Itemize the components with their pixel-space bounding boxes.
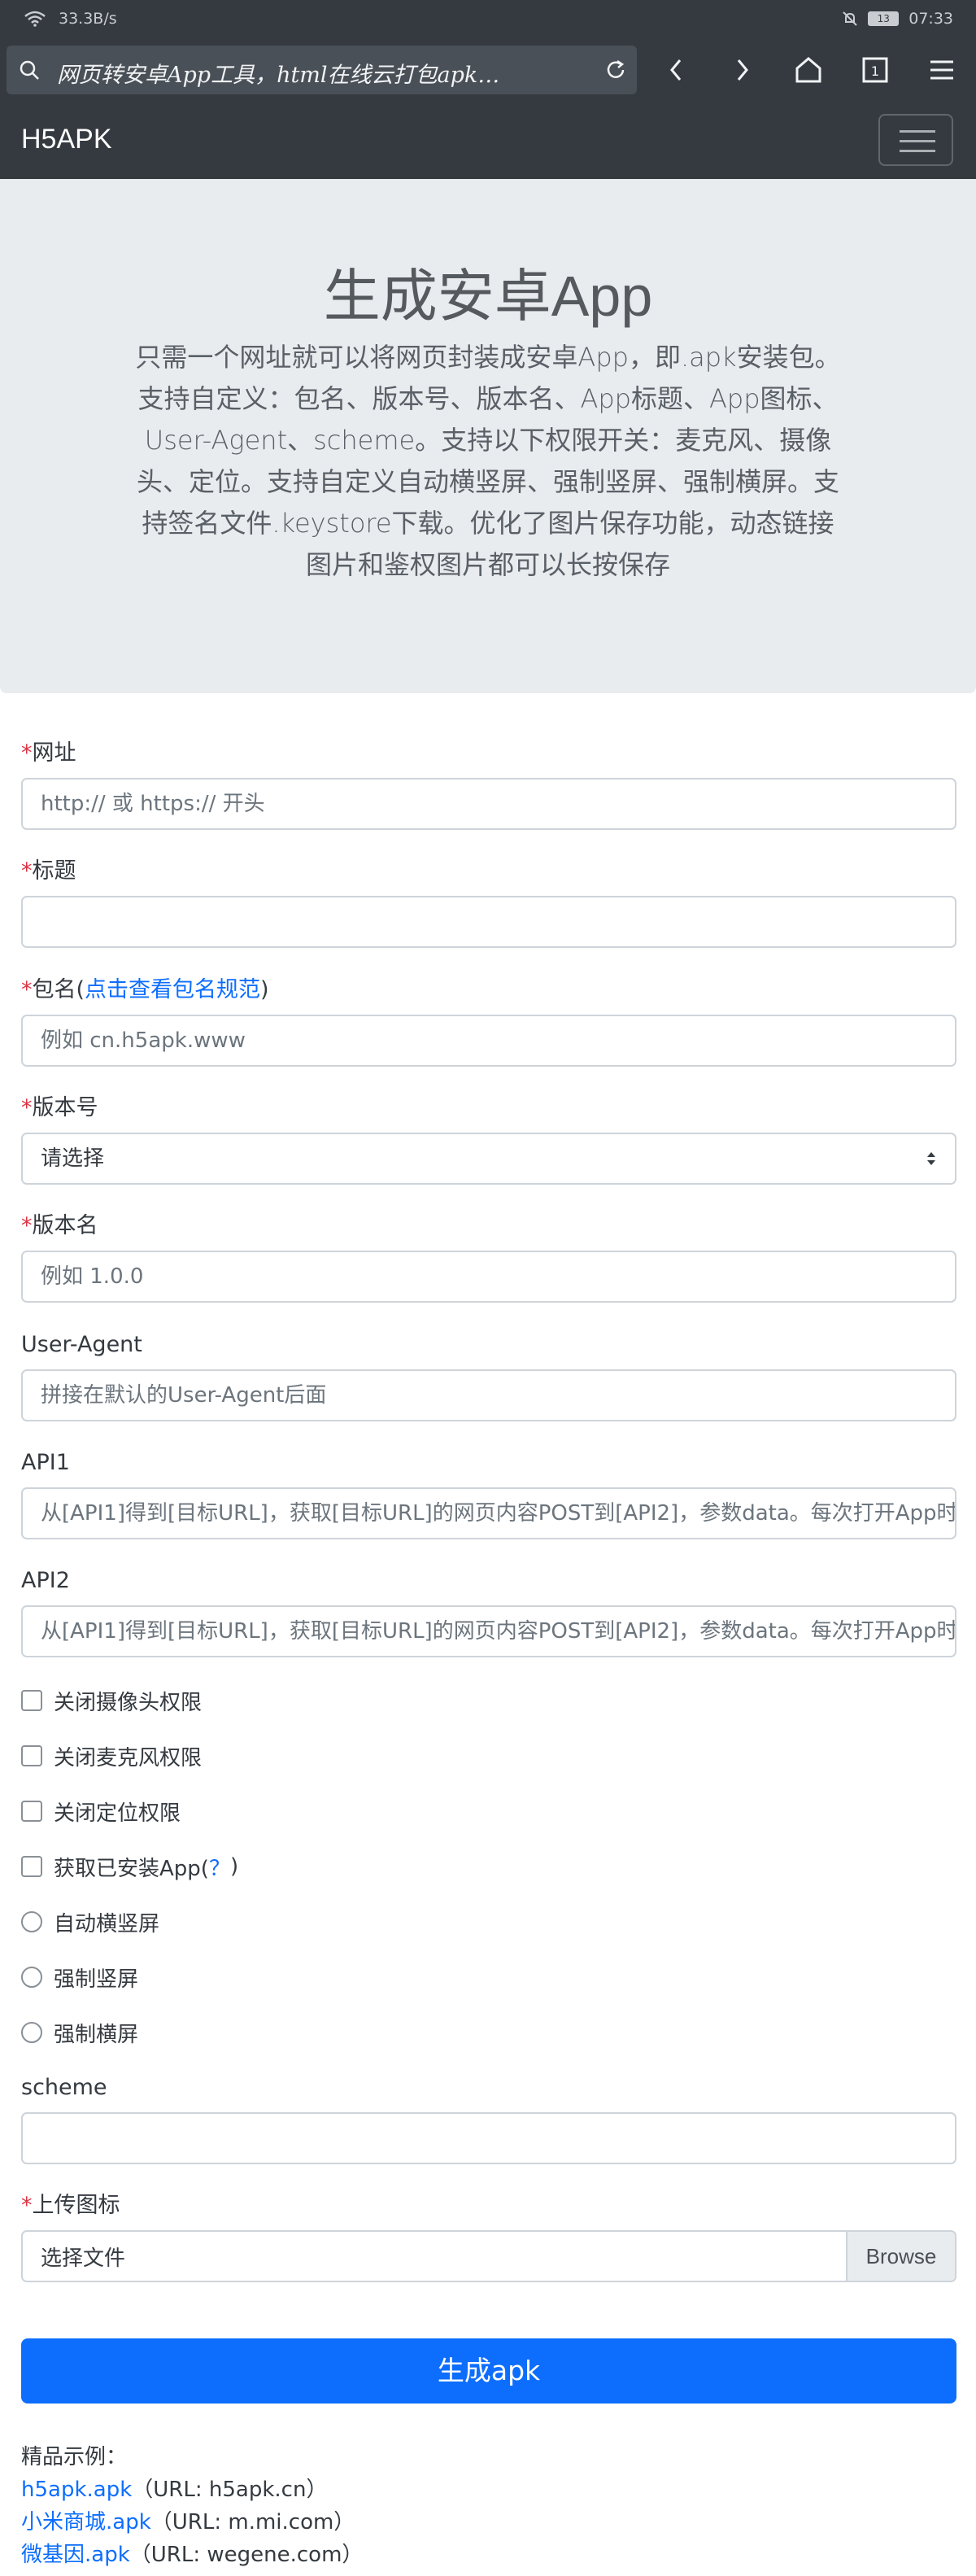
radio-circle[interactable] [21, 1911, 42, 1932]
version-code-select[interactable]: 请选择 [21, 1133, 956, 1185]
search-icon [20, 60, 39, 80]
package-label: *包名(点击查看包名规范) [21, 977, 269, 1002]
help-link[interactable]: ？ [209, 1852, 230, 1882]
example-item: 微基因.apk（URL: wegene.com） [21, 2539, 956, 2571]
examples-heading: 精品示例： [21, 2445, 128, 2469]
page-title: 生成安卓App [323, 264, 653, 328]
status-bar: 33.3B/s 13 07:33 [0, 0, 976, 41]
checkbox-label: 关闭定位权限 [54, 1801, 181, 1826]
example-link[interactable]: 微基因.apk [21, 2543, 130, 2567]
user-agent-label: User-Agent [21, 1332, 142, 1357]
version-code-selected: 请选择 [41, 1146, 105, 1171]
radio-label: 强制竖屏 [54, 1967, 139, 1992]
icon-upload-label: *上传图标 [21, 2193, 120, 2218]
icon-upload-field-group: *上传图标 选择文件 Browse [21, 2190, 956, 2282]
checkbox-box[interactable] [21, 1745, 42, 1766]
installed-apps-checkbox[interactable]: 获取已安装App(？) [21, 1850, 238, 1883]
checkbox-box[interactable] [21, 1856, 42, 1877]
radio-label: 强制横屏 [54, 2022, 139, 2047]
version-code-label: *版本号 [21, 1095, 98, 1120]
user-agent-field-group: User-Agent 拼接在默认的User-Agent后面 [21, 1329, 956, 1421]
close-camera-checkbox[interactable]: 关闭摄像头权限 [21, 1684, 202, 1717]
checkbox-label: 关闭麦克风权限 [54, 1745, 203, 1770]
url-label: *网址 [21, 740, 76, 766]
version-code-field-group: *版本号 请选择 [21, 1092, 956, 1185]
scheme-input[interactable] [21, 2112, 956, 2164]
scheme-label: scheme [21, 2075, 107, 2100]
package-rules-link[interactable]: 点击查看包名规范 [85, 977, 260, 1002]
icon-file-input[interactable]: 选择文件 Browse [21, 2230, 956, 2282]
tabs-icon: 1 [862, 57, 888, 83]
wifi-icon [24, 11, 46, 27]
version-name-input[interactable]: 例如 1.0.0 [21, 1251, 956, 1303]
checkbox-box[interactable] [21, 1801, 42, 1822]
checkbox-label: 获取已安装App( [54, 1856, 209, 1881]
back-button[interactable] [657, 50, 696, 90]
generate-apk-button[interactable]: 生成apk [21, 2338, 956, 2404]
version-name-field-group: *版本名 例如 1.0.0 [21, 1210, 956, 1303]
browser-menu-button[interactable] [922, 50, 961, 90]
radio-label: 自动横竖屏 [54, 1911, 160, 1936]
force-landscape-radio[interactable]: 强制横屏 [21, 2016, 138, 2049]
auto-rotate-radio[interactable]: 自动横竖屏 [21, 1906, 159, 1938]
title-label: *标题 [21, 858, 76, 884]
scheme-field-group: scheme [21, 2072, 956, 2164]
api2-field-group: API2 从[API1]得到[目标URL]，获取[目标URL]的网页内容POST… [21, 1565, 956, 1657]
example-item: 小米商城.apk（URL: m.mi.com） [21, 2506, 956, 2539]
address-bar[interactable]: 网页转安卓App工具，html在线云打包apk… [7, 46, 637, 94]
radio-circle[interactable] [21, 2022, 42, 2043]
chevron-right-icon [737, 59, 748, 81]
address-text[interactable]: 网页转安卓App工具，html在线云打包apk… [57, 57, 586, 89]
chevron-left-icon [670, 59, 682, 81]
site-navbar: H5APK [0, 101, 976, 179]
reload-icon[interactable] [603, 57, 629, 83]
example-url: （URL: h5apk.cn） [132, 2478, 328, 2502]
file-input-label: 选择文件 [41, 2246, 126, 2271]
site-brand[interactable]: H5APK [21, 124, 112, 155]
hero-jumbotron: 生成安卓App 只需一个网址就可以将网页封装成安卓App，即.apk安装包。支持… [0, 179, 976, 693]
title-field-group: *标题 [21, 855, 956, 948]
api1-label: API1 [21, 1450, 70, 1475]
example-link[interactable]: h5apk.apk [21, 2478, 132, 2502]
api2-label: API2 [21, 1568, 70, 1593]
example-url: （URL: m.mi.com） [150, 2510, 355, 2535]
home-button[interactable] [789, 50, 828, 90]
version-name-label: *版本名 [21, 1213, 98, 1238]
package-field-group: *包名(点击查看包名规范) 例如 cn.h5apk.www [21, 974, 956, 1067]
hamburger-icon-line [900, 130, 935, 133]
battery-icon: 13 [868, 11, 900, 26]
checkbox-box[interactable] [21, 1690, 42, 1711]
force-portrait-radio[interactable]: 强制竖屏 [21, 1961, 138, 1993]
url-input[interactable]: http:// 或 https:// 开头 [21, 778, 956, 830]
svg-text:1: 1 [871, 63, 879, 79]
menu-icon [930, 60, 953, 80]
network-speed: 33.3B/s [59, 10, 117, 28]
mute-bell-icon [843, 11, 857, 26]
user-agent-input[interactable]: 拼接在默认的User-Agent后面 [21, 1369, 956, 1421]
navbar-toggler-button[interactable] [878, 114, 953, 166]
url-field-group: *网址 http:// 或 https:// 开头 [21, 737, 956, 830]
api1-input[interactable]: 从[API1]得到[目标URL]，获取[目标URL]的网页内容POST到[API… [21, 1487, 956, 1539]
api2-input[interactable]: 从[API1]得到[目标URL]，获取[目标URL]的网页内容POST到[API… [21, 1605, 956, 1657]
checkbox-label: 关闭摄像头权限 [54, 1690, 203, 1715]
browse-button[interactable]: Browse [846, 2232, 955, 2281]
tabs-button[interactable]: 1 [856, 50, 895, 90]
select-arrows-icon [927, 1152, 935, 1165]
close-mic-checkbox[interactable]: 关闭麦克风权限 [21, 1740, 202, 1772]
example-url: （URL: wegene.com） [129, 2543, 364, 2567]
api1-field-group: API1 从[API1]得到[目标URL]，获取[目标URL]的网页内容POST… [21, 1447, 956, 1539]
package-input[interactable]: 例如 cn.h5apk.www [21, 1015, 956, 1067]
hero-description: 只需一个网址就可以将网页封装成安卓App，即.apk安装包。支持自定义：包名、版… [135, 342, 841, 580]
examples-section: 精品示例： h5apk.apk（URL: h5apk.cn） 小米商城.apk（… [21, 2441, 956, 2571]
clock: 07:33 [908, 10, 953, 28]
radio-circle[interactable] [21, 1967, 42, 1988]
close-location-checkbox[interactable]: 关闭定位权限 [21, 1795, 181, 1827]
example-item: h5apk.apk（URL: h5apk.cn） [21, 2473, 956, 2506]
home-icon [795, 57, 821, 83]
hamburger-icon-line [900, 140, 935, 142]
title-input[interactable] [21, 896, 956, 948]
hamburger-icon-line [900, 150, 935, 152]
forward-button[interactable] [722, 50, 761, 90]
example-link[interactable]: 小米商城.apk [21, 2510, 151, 2535]
